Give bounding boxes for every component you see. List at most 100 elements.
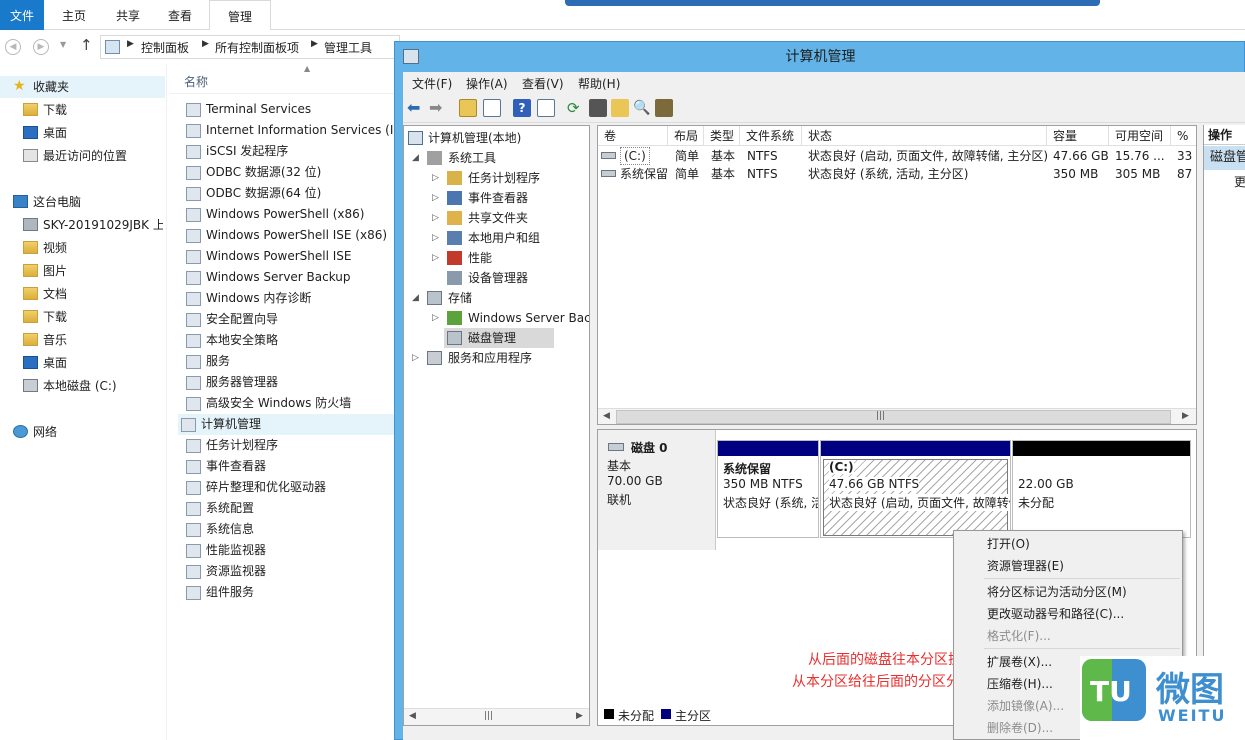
tab-manage[interactable]: 管理: [209, 0, 271, 30]
forward-arrow-icon[interactable]: ➡: [429, 99, 447, 117]
actions-section[interactable]: 磁盘管理: [1204, 146, 1245, 170]
column-header-free[interactable]: 可用空间: [1109, 126, 1171, 146]
up-arrow-icon[interactable]: ↑: [80, 36, 93, 54]
volume-row[interactable]: (C:) 简单 基本 NTFS 状态良好 (启动, 页面文件, 故障转储, 主分区) 47…: [598, 147, 1196, 165]
partition-unallocated[interactable]: 22.00 GB 未分配: [1012, 440, 1191, 538]
file-list-item[interactable]: Terminal Services: [183, 99, 400, 120]
context-menu-item[interactable]: 将分区标记为活动分区(M): [987, 581, 1127, 603]
column-header-type[interactable]: 类型: [704, 126, 740, 146]
expanded-arrow-icon[interactable]: ◢: [412, 148, 419, 168]
properties-icon[interactable]: [589, 99, 607, 117]
scroll-thumb-grip-icon[interactable]: |||: [484, 711, 493, 721]
scroll-thumb[interactable]: [616, 410, 1171, 424]
scroll-right-icon[interactable]: ▶: [576, 711, 583, 721]
column-header-fs[interactable]: 文件系统: [740, 126, 802, 146]
breadcrumb-admin-tools[interactable]: 管理工具: [324, 39, 372, 56]
collapsed-arrow-icon[interactable]: ▷: [432, 188, 439, 208]
file-list-item[interactable]: Windows Server Backup: [183, 267, 400, 288]
file-list-item[interactable]: Windows PowerShell (x86): [183, 204, 400, 225]
menu-help[interactable]: 帮助(H): [578, 75, 620, 93]
file-list-item[interactable]: 资源监视器: [183, 561, 400, 582]
context-menu-item[interactable]: 资源管理器(E): [987, 555, 1064, 577]
disk-settings-icon[interactable]: [655, 99, 673, 117]
collapsed-arrow-icon[interactable]: ▷: [432, 308, 439, 328]
partition-c[interactable]: (C:) 47.66 GB NTFS 状态良好 (启动, 页面文件, 故障转储,…: [820, 440, 1011, 538]
open-folder-icon[interactable]: [611, 99, 629, 117]
tab-file[interactable]: 文件: [0, 0, 44, 30]
column-header-volume[interactable]: 卷: [598, 126, 668, 146]
scroll-left-icon[interactable]: ◀: [603, 411, 610, 421]
file-list-item[interactable]: Internet Information Services (IIS): [183, 120, 400, 141]
context-menu-item[interactable]: 更改驱动器号和路径(C)...: [987, 603, 1124, 625]
context-menu-item[interactable]: 添加镜像(A)...: [987, 695, 1064, 717]
column-header-layout[interactable]: 布局: [668, 126, 704, 146]
file-list-item[interactable]: Windows PowerShell ISE (x86): [183, 225, 400, 246]
collapsed-arrow-icon[interactable]: ▷: [412, 348, 419, 368]
collapsed-arrow-icon[interactable]: ▷: [432, 168, 439, 188]
column-header-capacity[interactable]: 容量: [1047, 126, 1109, 146]
tab-home[interactable]: 主页: [50, 0, 98, 30]
file-list-item[interactable]: 计算机管理: [178, 414, 398, 435]
tree-horizontal-scrollbar[interactable]: ◀ ||| ▶: [404, 708, 589, 725]
volume-row[interactable]: 系统保留 简单 基本 NTFS 状态良好 (系统, 活动, 主分区) 350 MB 305 …: [598, 165, 1196, 183]
expanded-arrow-icon[interactable]: ◢: [412, 288, 419, 308]
file-list-item-label: Internet Information Services (IIS): [206, 123, 400, 137]
file-list-item[interactable]: Windows PowerShell ISE: [183, 246, 400, 267]
file-list-item[interactable]: 任务计划程序: [183, 435, 400, 456]
file-list-item[interactable]: 系统信息: [183, 519, 400, 540]
file-list-item[interactable]: 事件查看器: [183, 456, 400, 477]
tree-windows-server-backup[interactable]: ▷Windows Server Backup: [432, 308, 589, 328]
file-list-item[interactable]: 安全配置向导: [183, 309, 400, 330]
file-list-item[interactable]: ODBC 数据源(64 位): [183, 183, 400, 204]
scroll-right-icon[interactable]: ▶: [1182, 411, 1189, 421]
back-arrow-icon[interactable]: ⬅: [407, 99, 425, 117]
address-bar[interactable]: ▶ 控制面板 ▶ 所有控制面板项 ▶ 管理工具: [100, 35, 400, 59]
show-tree-icon[interactable]: [483, 99, 501, 117]
collapsed-arrow-icon[interactable]: ▷: [432, 208, 439, 228]
menu-file[interactable]: 文件(F): [412, 75, 452, 93]
nav-item-network-drive[interactable]: SKY-20191029JBK 上的: [23, 214, 163, 236]
more-actions[interactable]: 更多操作: [1234, 173, 1245, 190]
file-list-item[interactable]: iSCSI 发起程序: [183, 141, 400, 162]
partition-system-reserved[interactable]: 系统保留 350 MB NTFS 状态良好 (系统, 活动, 主分区): [717, 440, 819, 538]
file-list-item[interactable]: 服务器管理器: [183, 372, 400, 393]
recent-dropdown-icon[interactable]: ▼: [60, 40, 66, 49]
disk-0-info[interactable]: 磁盘 0 基本 70.00 GB 联机: [598, 430, 716, 550]
magnifier-icon[interactable]: 🔍: [633, 99, 651, 117]
file-list-item[interactable]: Windows 内存诊断: [183, 288, 400, 309]
scroll-left-icon[interactable]: ◀: [409, 711, 416, 721]
breadcrumb-all-items[interactable]: 所有控制面板项: [215, 39, 299, 56]
refresh-icon[interactable]: ⟳: [567, 99, 585, 117]
collapsed-arrow-icon[interactable]: ▷: [432, 228, 439, 248]
collapsed-arrow-icon[interactable]: ▷: [432, 248, 439, 268]
file-list-item[interactable]: 性能监视器: [183, 540, 400, 561]
context-menu-item[interactable]: 压缩卷(H)...: [987, 673, 1053, 695]
volume-cell-capacity: 47.66 GB: [1053, 149, 1109, 163]
file-list-item[interactable]: 服务: [183, 351, 400, 372]
column-header-name[interactable]: 名称: [184, 73, 208, 90]
breadcrumb-control-panel[interactable]: 控制面板: [141, 39, 189, 56]
back-button[interactable]: ◀: [5, 39, 21, 55]
file-list-item[interactable]: 碎片整理和优化驱动器: [183, 477, 400, 498]
context-menu-item[interactable]: 打开(O): [987, 533, 1030, 555]
tab-view[interactable]: 查看: [156, 0, 204, 30]
file-list-item[interactable]: 高级安全 Windows 防火墙: [183, 393, 400, 414]
tab-share[interactable]: 共享: [104, 0, 152, 30]
menu-action[interactable]: 操作(A): [466, 75, 508, 93]
action-pane-icon[interactable]: [537, 99, 555, 117]
context-menu-item[interactable]: 扩展卷(X)...: [987, 651, 1052, 673]
file-list-item[interactable]: 系统配置: [183, 498, 400, 519]
context-menu-item[interactable]: 删除卷(D)...: [987, 717, 1053, 739]
help-icon[interactable]: ?: [513, 99, 531, 117]
forward-button[interactable]: ▶: [33, 39, 49, 55]
menu-view[interactable]: 查看(V): [522, 75, 564, 93]
volume-list-scrollbar[interactable]: ◀ ||| ▶: [598, 408, 1196, 424]
column-header-status[interactable]: 状态: [802, 126, 1047, 146]
up-folder-icon[interactable]: [459, 99, 477, 117]
volume-cell-layout: 简单: [675, 149, 700, 163]
file-list-item[interactable]: 本地安全策略: [183, 330, 400, 351]
context-menu-item[interactable]: 格式化(F)...: [987, 625, 1051, 647]
file-list-item[interactable]: 组件服务: [183, 582, 400, 603]
column-header-percent[interactable]: %: [1171, 126, 1196, 146]
file-list-item[interactable]: ODBC 数据源(32 位): [183, 162, 400, 183]
